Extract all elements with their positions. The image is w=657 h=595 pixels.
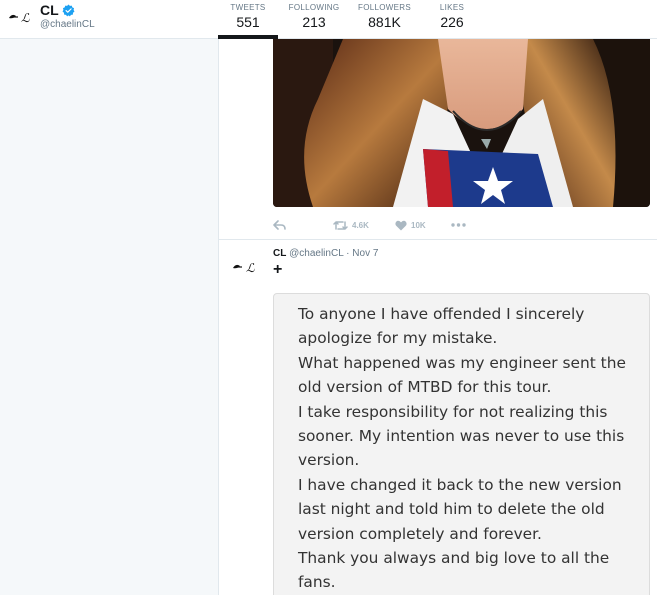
note-line: I have changed it back to the new versio… [298,475,622,494]
note-line: last night and told him to delete the ol… [298,500,605,519]
tweet-text: + [273,261,283,278]
svg-text:ℒ: ℒ [246,261,255,274]
tweet-author-name[interactable]: CL [273,248,286,259]
tweet-date[interactable]: Nov 7 [352,248,378,259]
note-text: To anyone I have offended I sincerely apo… [298,302,638,595]
tweet-photo[interactable] [273,39,650,207]
note-line: version. [298,451,360,470]
like-count: 10K [411,220,426,230]
profile-name[interactable]: CL [40,2,75,18]
timeline: 4.6K 10K ℒ CL @chaelinCL · Nov 7 + To an… [219,39,657,595]
verified-badge-icon [62,4,75,16]
photo-image [273,39,650,207]
tab-likes[interactable]: LIKES 226 [419,0,485,39]
retweet-button[interactable]: 4.6K [333,220,395,231]
profile-handle[interactable]: @chaelinCL [40,19,95,30]
tab-followers-label: FOLLOWERS [358,3,411,12]
tweet-avatar[interactable]: ℒ [231,260,265,274]
tweet-divider [219,239,657,240]
profile-page: ℒ CL @chaelinCL TWEETS 551 FOLLOWING 213… [0,0,657,595]
cl-logo-icon: ℒ [9,11,30,24]
tab-likes-count: 226 [440,14,464,30]
retweet-icon [333,220,348,230]
note-line: apologize for my mistake. [298,329,498,348]
tweet-author-handle[interactable]: @chaelinCL [289,248,343,259]
profile-name-text: CL [40,2,59,18]
note-line: Thank you always and big love to all the [298,549,610,568]
more-icon [451,223,466,227]
svg-text:ℒ: ℒ [21,11,30,24]
profile-stats-nav: TWEETS 551 FOLLOWING 213 FOLLOWERS 881K … [218,0,485,39]
reply-icon [273,219,286,230]
note-line: What happened was my engineer sent the [298,353,626,372]
note-line: version completely and forever. [298,524,542,543]
note-line: fans. [298,573,336,592]
cl-logo-icon: ℒ [233,261,255,274]
note-line: old version of MTBD for this tour. [298,378,552,397]
profile-nav-bar: ℒ CL @chaelinCL TWEETS 551 FOLLOWING 213… [0,0,657,39]
left-sidebar [0,39,219,595]
tweet-actions: 4.6K 10K [273,217,471,233]
like-button[interactable]: 10K [395,220,451,231]
tab-tweets-count: 551 [236,14,260,30]
tweet-header: CL @chaelinCL · Nov 7 [273,248,378,259]
heart-icon [395,220,407,230]
tab-following[interactable]: FOLLOWING 213 [278,0,350,39]
tab-following-label: FOLLOWING [288,3,340,12]
retweet-count: 4.6K [352,220,369,230]
more-button[interactable] [451,223,471,227]
tweet-separator: · [346,248,350,259]
tab-following-count: 213 [302,14,326,30]
note-line: I take responsibility for not realizing … [298,402,608,421]
note-line: To anyone I have offended I sincerely [298,305,585,323]
avatar[interactable]: ℒ [7,8,35,26]
tab-likes-label: LIKES [439,3,465,12]
tab-tweets-label: TWEETS [230,3,266,12]
tab-followers-count: 881K [368,14,401,30]
note-line: sooner. My intention was never to use th… [298,427,625,446]
tab-followers[interactable]: FOLLOWERS 881K [350,0,419,39]
tab-tweets[interactable]: TWEETS 551 [218,0,278,39]
tweet-image-note[interactable]: To anyone I have offended I sincerely apo… [273,293,650,595]
reply-button[interactable] [273,219,333,231]
